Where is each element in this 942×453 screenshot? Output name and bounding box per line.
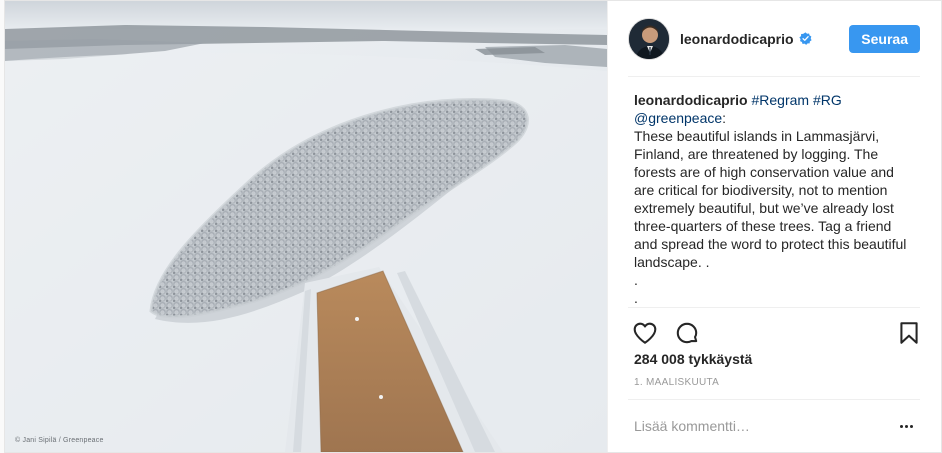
instagram-post: © Jani Sipilä / Greenpeace leonardodicap…: [4, 0, 942, 453]
post-sidebar: leonardodicaprio Seuraa leonardodicaprio…: [607, 1, 941, 452]
verified-badge-icon: [798, 32, 812, 45]
post-photo[interactable]: © Jani Sipilä / Greenpeace: [5, 1, 607, 452]
like-count[interactable]: 284 008 tykkäystä: [634, 351, 752, 367]
caption-colon: :: [722, 110, 727, 126]
post-photo-image: [5, 1, 607, 452]
speech-bubble-icon[interactable]: [674, 320, 700, 346]
action-bar: [628, 307, 920, 353]
photo-credit: © Jani Sipilä / Greenpeace: [15, 437, 104, 444]
comment-input[interactable]: [628, 418, 894, 434]
post-date[interactable]: 1. MAALISKUUTA: [634, 377, 719, 388]
comment-section: [628, 399, 920, 452]
follow-button[interactable]: Seuraa: [849, 24, 920, 53]
bookmark-icon[interactable]: [896, 320, 922, 346]
avatar-image: [629, 18, 669, 59]
caption-hashtags[interactable]: #Regram #RG: [751, 92, 841, 108]
caption-username[interactable]: leonardodicaprio: [634, 92, 748, 108]
post-caption: leonardodicaprio #Regram #RG @greenpeace…: [634, 91, 916, 307]
header-username[interactable]: leonardodicaprio: [680, 31, 794, 47]
caption-mention[interactable]: @greenpeace: [634, 110, 722, 126]
post-header: leonardodicaprio Seuraa: [628, 1, 920, 77]
caption-text: These beautiful islands in Lammasjärvi, …: [634, 128, 907, 306]
more-options-icon[interactable]: [894, 416, 918, 436]
avatar[interactable]: [628, 17, 670, 60]
heart-icon[interactable]: [632, 320, 658, 346]
